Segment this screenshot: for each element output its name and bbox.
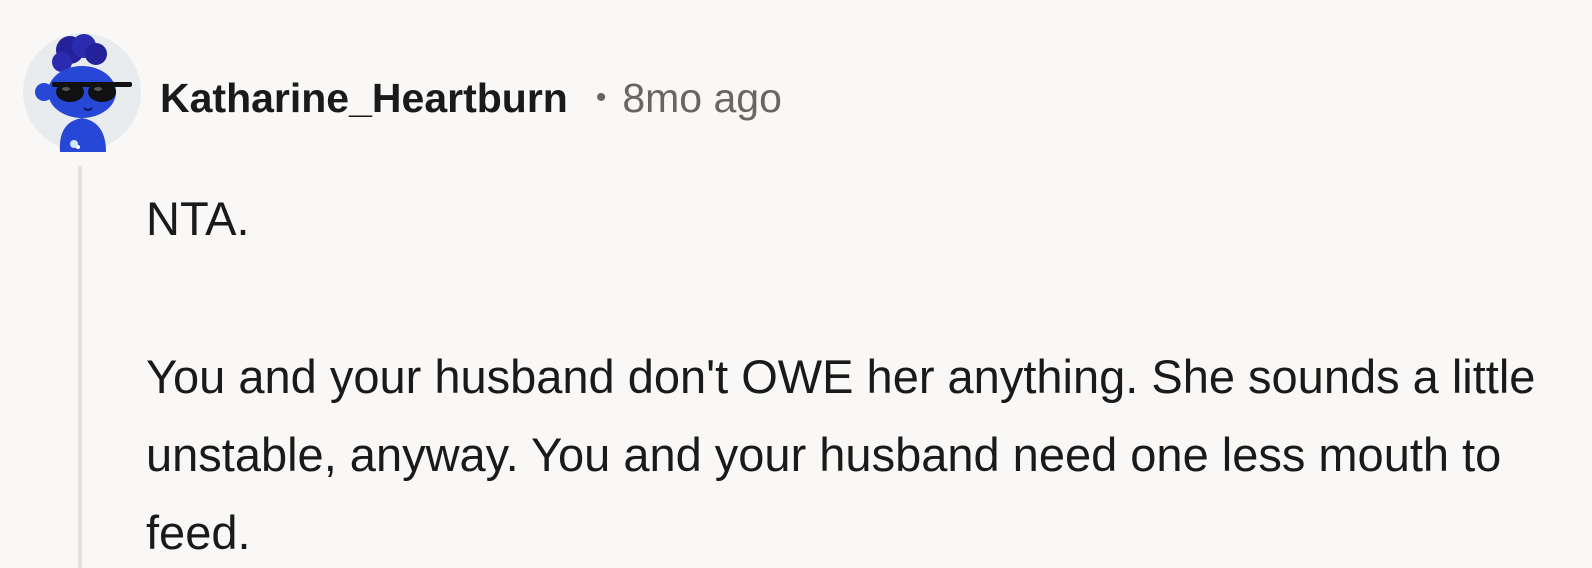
thread-line[interactable] xyxy=(78,166,82,568)
user-avatar[interactable] xyxy=(22,32,142,152)
comment-paragraph: You and your husband don't OWE her anyth… xyxy=(146,350,1536,559)
comment-meta: Katharine_Heartburn • 8mo ago xyxy=(160,68,782,128)
meta-separator: • xyxy=(595,81,607,114)
comment: Katharine_Heartburn • 8mo ago NTA. You a… xyxy=(0,0,1592,568)
comment-body: NTA. You and your husband don't OWE her … xyxy=(146,180,1566,568)
comment-timestamp[interactable]: 8mo ago xyxy=(622,75,782,122)
snoo-avatar-icon xyxy=(23,33,141,152)
author-username[interactable]: Katharine_Heartburn xyxy=(160,75,568,122)
comment-paragraph: NTA. xyxy=(146,192,250,245)
